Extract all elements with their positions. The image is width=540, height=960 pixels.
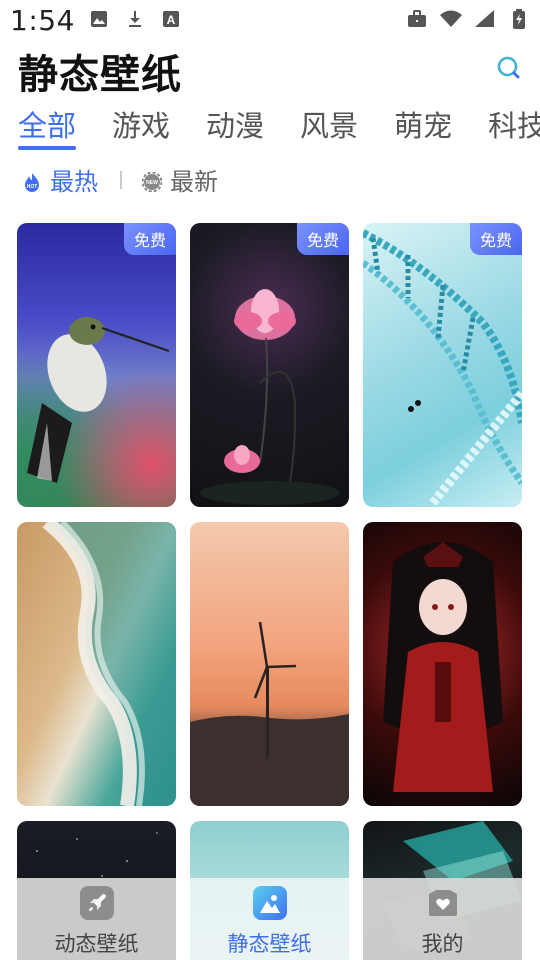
wallpaper-card-wind-turbine[interactable]: [190, 522, 349, 806]
wallpaper-card-dna[interactable]: 免费: [363, 223, 522, 507]
rocket-icon: [79, 886, 114, 920]
wallpaper-card-anime-girl[interactable]: [363, 522, 522, 806]
nav-static-wallpaper-label: 静态壁纸: [227, 932, 312, 956]
sort-hot-label: 最热: [50, 168, 98, 196]
heart-box-icon: [426, 886, 460, 920]
sort-divider: [120, 170, 122, 189]
svg-text:NEW: NEW: [146, 180, 158, 186]
anime-girl-image: [383, 542, 503, 792]
wifi-icon: [440, 8, 462, 30]
status-right-icons: [406, 8, 530, 30]
status-bar: 1:54 A: [0, 0, 540, 44]
status-time: 1:54: [10, 4, 75, 37]
wallpaper-card-lotus[interactable]: 免费: [190, 223, 349, 507]
signal-icon: [474, 8, 496, 30]
free-badge: 免费: [296, 223, 349, 255]
nav-mine-label: 我的: [421, 932, 464, 956]
free-badge: 免费: [469, 223, 522, 255]
nav-mine[interactable]: 我的: [363, 878, 522, 960]
status-left-icons: A: [88, 8, 182, 30]
briefcase-icon: [406, 8, 428, 30]
svg-text:A: A: [167, 13, 176, 27]
page-title: 静态壁纸: [18, 52, 182, 98]
svg-text:HOT: HOT: [27, 184, 38, 190]
tab-pets[interactable]: 萌宠: [394, 106, 452, 146]
wallpaper-card-beach[interactable]: [17, 522, 176, 806]
sort-hot-button[interactable]: HOT 最热: [22, 162, 98, 197]
sort-new-label: 最新: [170, 168, 218, 196]
nav-live-wallpaper-label: 动态壁纸: [54, 932, 139, 956]
beach-waves-image: [42, 522, 176, 806]
lotus-image: [200, 289, 340, 505]
tab-tech[interactable]: 科技: [488, 106, 540, 146]
hummingbird-image: [27, 317, 170, 483]
bottom-nav: 动态壁纸 静态壁纸 我的: [0, 878, 540, 960]
tab-games[interactable]: 游戏: [112, 106, 170, 146]
category-tabs: 全部 游戏 动漫 风景 萌宠 科技: [18, 106, 540, 150]
tab-scenery[interactable]: 风景: [300, 106, 358, 146]
search-button[interactable]: [496, 55, 522, 81]
battery-charging-icon: [508, 8, 530, 30]
download-icon: [124, 8, 146, 30]
font-a-icon: A: [160, 8, 182, 30]
flame-hot-icon: HOT: [22, 170, 42, 192]
nav-static-wallpaper[interactable]: 静态壁纸: [190, 878, 349, 960]
image-icon: [88, 8, 110, 30]
sort-new-button[interactable]: NEW 最新: [141, 162, 218, 197]
wallpaper-card-hummingbird[interactable]: 免费: [17, 223, 176, 507]
nav-live-wallpaper[interactable]: 动态壁纸: [17, 878, 176, 960]
sort-bar: HOT 最热 NEW 最新: [22, 162, 218, 197]
wind-turbine-image: [190, 621, 349, 806]
picture-icon: [252, 886, 287, 920]
free-badge: 免费: [123, 223, 176, 255]
dna-helix-image: [363, 229, 522, 506]
gear-new-icon: NEW: [141, 170, 163, 192]
tab-anime[interactable]: 动漫: [206, 106, 264, 146]
tab-all[interactable]: 全部: [18, 106, 77, 150]
search-icon: [496, 56, 522, 85]
